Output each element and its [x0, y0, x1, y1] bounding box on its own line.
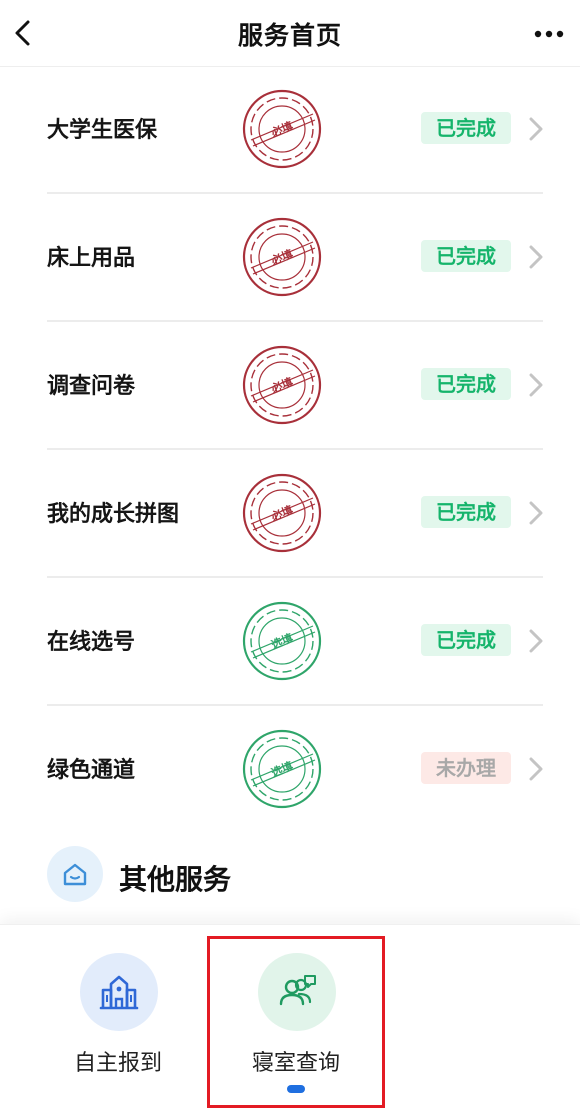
page-indicator: [287, 1085, 305, 1093]
chevron-right-icon: [529, 757, 543, 781]
task-label: 床上用品: [47, 246, 136, 271]
required-stamp-icon: 必填: [242, 345, 322, 425]
task-row[interactable]: 大学生医保 必填 已完成: [47, 66, 543, 194]
status-badge: 已完成: [421, 112, 511, 144]
chevron-right-icon: [529, 117, 543, 141]
home-icon: [47, 846, 103, 902]
required-stamp-icon: 必填: [242, 473, 322, 553]
status-badge: 已完成: [421, 240, 511, 272]
optional-stamp-icon: 选填: [242, 601, 322, 681]
required-stamp-icon: 必填: [242, 89, 322, 169]
chevron-right-icon: [529, 629, 543, 653]
required-stamp-icon: 必填: [242, 217, 322, 297]
status-badge: 已完成: [421, 496, 511, 528]
task-label: 绿色通道: [47, 758, 136, 783]
task-row[interactable]: 床上用品 必填 已完成: [47, 194, 543, 322]
building-icon: [80, 953, 158, 1031]
more-dots-icon[interactable]: [532, 20, 566, 48]
stamp-label: 必填: [268, 374, 295, 396]
task-row[interactable]: 我的成长拼图 必填 已完成: [47, 450, 543, 578]
status-badge: 未办理: [421, 752, 511, 784]
task-row[interactable]: 在线选号 选填 已完成: [47, 578, 543, 706]
service-label: 自主报到: [73, 1051, 162, 1076]
task-list: 大学生医保 必填 已完成 床上用品 必填 已完成 调查问卷 必填 已完成 我的成…: [47, 66, 543, 832]
task-row[interactable]: 绿色通道 选填 未办理: [47, 706, 543, 832]
section-title: 其他服务: [119, 863, 232, 896]
stamp-label: 必填: [268, 502, 295, 524]
stamp-label: 选填: [269, 758, 295, 779]
stamp-label: 选填: [269, 630, 295, 651]
stamp-label: 必填: [268, 118, 295, 140]
optional-stamp-icon: 选填: [242, 729, 322, 809]
chevron-right-icon: [529, 501, 543, 525]
chevron-right-icon: [529, 245, 543, 269]
task-label: 我的成长拼图: [47, 502, 180, 527]
highlight-box: [207, 936, 385, 1108]
status-badge: 已完成: [421, 368, 511, 400]
chevron-right-icon: [529, 373, 543, 397]
service-self-checkin[interactable]: 自主报到: [43, 953, 193, 1093]
task-label: 在线选号: [47, 630, 136, 655]
page-title: 服务首页: [237, 21, 342, 50]
task-row[interactable]: 调查问卷 必填 已完成: [47, 322, 543, 450]
status-badge: 已完成: [421, 624, 511, 656]
stamp-label: 必填: [268, 246, 295, 268]
task-label: 调查问卷: [47, 374, 136, 399]
task-label: 大学生医保: [47, 118, 158, 143]
top-nav-bar: 服务首页: [0, 0, 580, 67]
